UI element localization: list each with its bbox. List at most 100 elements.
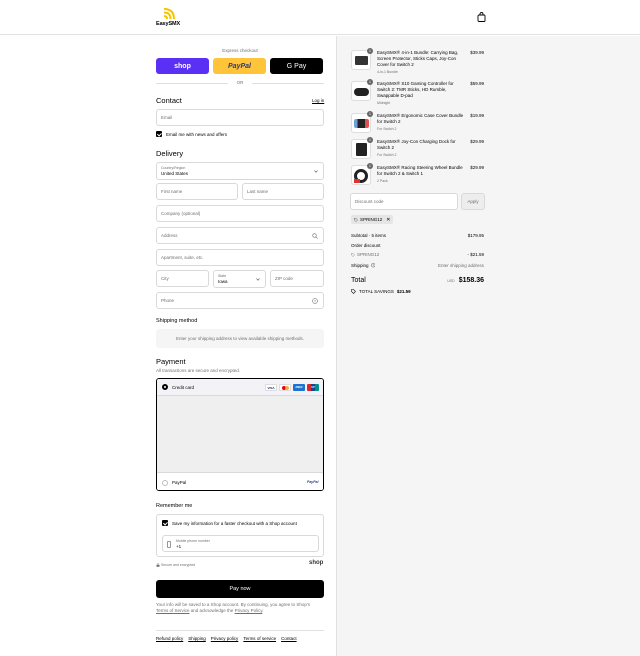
product-thumbnail: 1 — [351, 48, 373, 70]
tag-icon — [351, 252, 355, 257]
phone-field[interactable]: Phone ? — [156, 292, 324, 309]
payment-heading: Payment — [156, 357, 186, 366]
shopping-bag-icon[interactable] — [477, 12, 486, 22]
visa-icon: VISA — [265, 384, 277, 391]
mobile-phone-label: Mobile phone number — [176, 539, 210, 543]
lock-icon — [156, 563, 160, 567]
chevron-down-icon — [256, 278, 260, 281]
mobile-phone-value: +1 — [176, 544, 182, 549]
address-placeholder: Address — [161, 233, 178, 238]
credit-card-option[interactable]: Credit card VISA AMEX UP — [157, 379, 323, 396]
zip-field[interactable]: ZIP code — [270, 270, 324, 287]
shop-logo: shop — [309, 560, 324, 566]
quantity-badge: 1 — [367, 137, 373, 143]
login-link[interactable]: Log in — [312, 98, 324, 103]
address-field[interactable]: Address — [156, 227, 324, 244]
product-price: $39.99 — [470, 50, 484, 55]
privacy-link[interactable]: Privacy Policy — [235, 608, 263, 613]
last-name-field[interactable]: Last name — [242, 183, 324, 200]
savings-value: $21.59 — [396, 289, 411, 294]
product-thumbnail: 1 — [351, 111, 373, 133]
save-info-checkbox[interactable] — [162, 520, 168, 526]
product-thumbnail: 1 — [351, 137, 373, 159]
contact-link[interactable]: Contact — [281, 636, 297, 641]
city-field[interactable]: City — [156, 270, 209, 287]
legal-text-body: Your info will be saved to a Shop accoun… — [156, 602, 311, 607]
discount-tag-code: SPRING12 — [360, 217, 383, 222]
product-variant: 4-in-1 Bundle — [377, 70, 398, 74]
legal-and: and acknowledge the — [190, 608, 234, 613]
country-value: United States — [161, 171, 189, 176]
search-icon — [312, 233, 318, 239]
info-icon[interactable]: ? — [370, 263, 376, 268]
credit-card-radio[interactable] — [162, 384, 168, 390]
product-variant: 2 Pack — [377, 179, 388, 183]
shipping-method-notice: Enter your shipping address to view avai… — [156, 329, 324, 348]
total-label: Total — [351, 277, 366, 284]
terms-of-service-link[interactable]: Terms of service — [243, 636, 276, 641]
email-field[interactable]: Email — [156, 109, 324, 126]
paypal-option[interactable]: PayPal PayPal — [157, 472, 323, 490]
terms-link[interactable]: Terms of Service — [156, 608, 190, 613]
paypal-button[interactable]: PayPal — [213, 58, 266, 74]
payment-options: Credit card VISA AMEX UP PayPal PayPal — [156, 378, 324, 491]
product-thumbnail: 1 — [351, 79, 373, 101]
privacy-policy-link[interactable]: Privacy policy — [211, 636, 239, 641]
pay-now-button[interactable]: Pay now — [156, 580, 324, 598]
brand-logo[interactable]: EasySMX — [156, 7, 182, 29]
tag-icon — [354, 217, 358, 222]
product-name: EasySMX® 4-in-1 Bundle: Carrying Bag, Sc… — [377, 50, 459, 67]
footer-divider — [156, 630, 324, 631]
paypal-radio[interactable] — [162, 480, 168, 486]
delivery-heading: Delivery — [156, 149, 184, 158]
header: EasySMX — [0, 0, 640, 35]
express-checkout-label: Express checkout — [222, 48, 258, 53]
newsletter-checkbox[interactable] — [156, 131, 162, 137]
apply-discount-button[interactable]: Apply — [461, 193, 485, 210]
checkout-form: Express checkout shop PayPal G Pay OR Co… — [0, 36, 336, 656]
quantity-badge: 1 — [367, 79, 373, 85]
product-price: $29.99 — [470, 139, 484, 144]
remember-me-heading: Remember me — [156, 503, 193, 509]
apartment-field[interactable]: Apartment, suite, etc. — [156, 249, 324, 266]
product-price: $59.99 — [470, 81, 484, 86]
product-variant: Midnight — [377, 101, 391, 105]
secure-label: Secure and encrypted — [161, 563, 196, 567]
product-variant: For Switch 2 — [377, 127, 397, 131]
easysmx-logo-icon — [163, 8, 175, 20]
country-select[interactable]: Country/Region United States — [156, 162, 324, 180]
chevron-down-icon — [314, 170, 318, 173]
amex-icon: AMEX — [293, 384, 305, 391]
discount-code-field[interactable]: Discount code — [350, 193, 458, 210]
product-name: EasySMX® S10 Gaming Controller for Switc… — [377, 81, 454, 98]
savings-label: TOTAL SAVINGS — [359, 289, 394, 294]
subtotal-value: $179.95 — [467, 233, 484, 238]
refund-policy-link[interactable]: Refund policy — [156, 636, 183, 641]
brand-name: EasySMX — [156, 21, 181, 27]
card-fields-area — [157, 396, 323, 472]
first-name-field[interactable]: First name — [156, 183, 238, 200]
google-pay-button[interactable]: G Pay — [270, 58, 323, 74]
currency-label: USD — [447, 279, 455, 283]
quantity-badge: 1 — [367, 163, 373, 169]
footer-links: Refund policy Shipping Privacy policy Te… — [156, 636, 297, 641]
mastercard-icon — [279, 384, 291, 391]
paypal-option-label: PayPal — [172, 480, 187, 485]
remove-discount-icon[interactable]: ✕ — [386, 217, 390, 223]
save-info-label: Save my information for a faster checkou… — [172, 521, 297, 526]
quantity-badge: 1 — [367, 111, 373, 117]
help-icon[interactable]: ? — [312, 298, 318, 304]
contact-heading: Contact — [156, 96, 182, 105]
mobile-phone-field[interactable]: Mobile phone number +1 — [162, 535, 319, 552]
shipping-row: Shipping ? — [351, 263, 375, 268]
state-select[interactable]: State Iowa — [213, 270, 266, 288]
quantity-badge: 1 — [367, 48, 373, 54]
savings-row: TOTAL SAVINGS $21.59 — [351, 289, 411, 294]
company-field[interactable]: Company (optional) — [156, 205, 324, 222]
state-value: Iowa — [218, 279, 228, 284]
product-price: $29.99 — [470, 165, 484, 170]
shipping-link[interactable]: Shipping — [188, 636, 206, 641]
shop-pay-button[interactable]: shop — [156, 58, 209, 74]
discount-code-row: SPRING12 — [351, 252, 379, 257]
product-variant: For Switch 2 — [377, 153, 397, 157]
